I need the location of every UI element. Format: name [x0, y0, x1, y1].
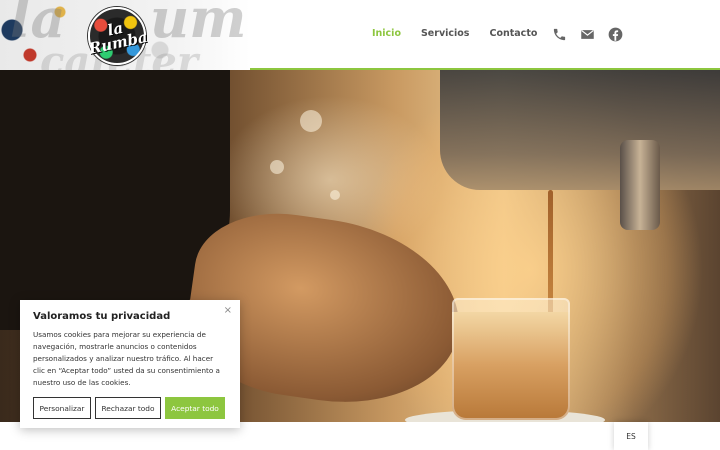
nav-item-contacto[interactable]: Contacto [489, 28, 537, 39]
social-links [552, 27, 623, 42]
site-logo[interactable]: la Rumba [87, 7, 150, 65]
logo-text: la Rumba [87, 18, 150, 58]
nav-item-servicios[interactable]: Servicios [421, 28, 470, 39]
cookie-consent-banner: × Valoramos tu privacidad Usamos cookies… [20, 300, 240, 428]
cookie-actions: Personalizar Rechazar todo Aceptar todo [33, 397, 225, 419]
envelope-icon[interactable] [580, 27, 595, 42]
machine-spout [620, 140, 660, 230]
accept-all-button[interactable]: Aceptar todo [165, 397, 225, 419]
language-switcher[interactable]: ES [614, 422, 648, 450]
cookie-title: Valoramos tu privacidad [33, 311, 171, 322]
site-header: la um cafeter la Rumba Inicio Servicios … [0, 0, 720, 70]
espresso-machine [440, 70, 720, 190]
reject-all-button[interactable]: Rechazar todo [95, 397, 161, 419]
close-icon[interactable]: × [224, 305, 232, 316]
facebook-icon[interactable] [608, 27, 623, 42]
customize-button[interactable]: Personalizar [33, 397, 91, 419]
phone-icon[interactable] [552, 27, 567, 42]
nav-item-inicio[interactable]: Inicio [372, 28, 401, 39]
page: la um cafeter la Rumba Inicio Servicios … [0, 0, 720, 450]
main-nav: Inicio Servicios Contacto [372, 28, 537, 39]
cookie-description: Usamos cookies para mejorar su experienc… [33, 330, 220, 387]
coffee-glass [452, 298, 570, 420]
